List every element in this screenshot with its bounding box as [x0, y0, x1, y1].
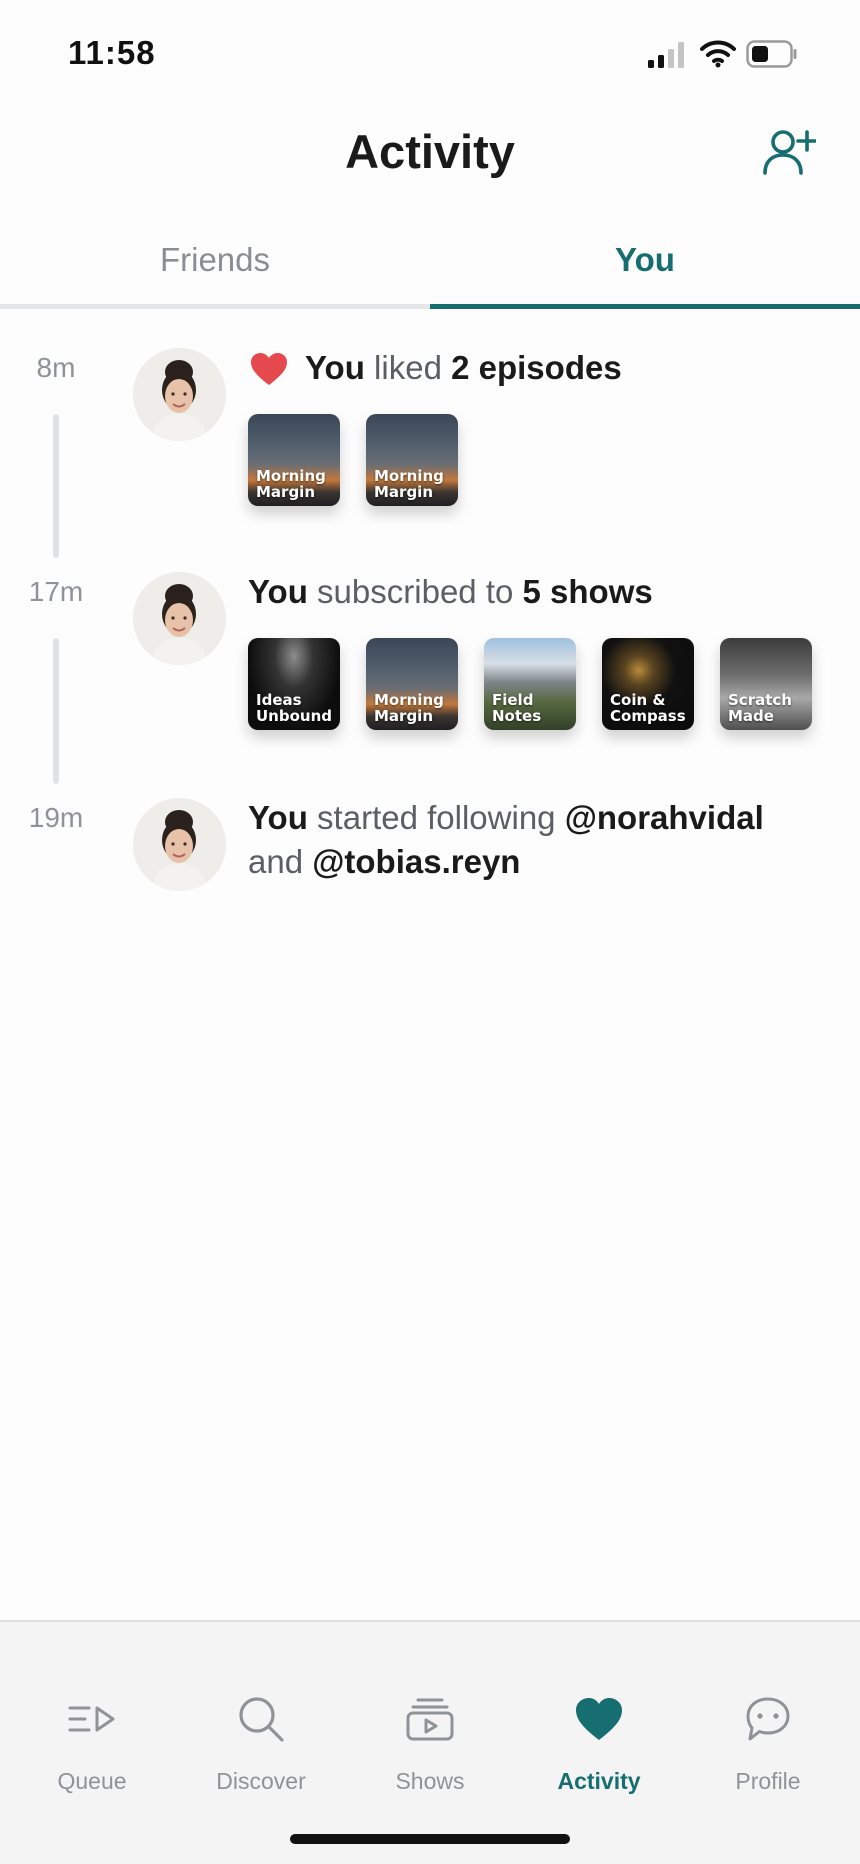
nav-shows[interactable]: Shows — [344, 1622, 516, 1794]
entry-timestamp: 19m — [28, 802, 84, 833]
avatar-image — [133, 348, 226, 441]
tab-underline-active — [430, 304, 860, 309]
show-artwork-label: Coin & Compass — [610, 691, 686, 725]
show-artwork[interactable]: Morning Margin — [366, 638, 458, 730]
nav-label: Shows — [395, 1768, 465, 1794]
show-artwork-label: Morning Margin — [256, 467, 326, 501]
status-bar: 11:58 — [0, 0, 860, 100]
show-artwork[interactable]: Scratch Made — [720, 638, 812, 730]
show-artwork[interactable]: Morning Margin — [248, 414, 340, 506]
entry-text: You started following @norahvidal and @t… — [248, 796, 808, 884]
entry-text-run: started following — [307, 799, 565, 836]
nav-label: Profile — [735, 1768, 801, 1794]
entry-text-highlight: You — [305, 349, 365, 386]
avatar[interactable] — [133, 348, 226, 441]
show-thumbnails: Ideas Unbound Morning Margin Field Notes Co… — [248, 638, 812, 730]
show-artwork[interactable]: Field Notes — [484, 638, 576, 730]
entry-text-run: subscribed to — [307, 573, 523, 610]
episode-thumbnails: Morning Margin Morning Margin — [248, 414, 458, 506]
entry-text-highlight[interactable]: @norahvidal — [565, 799, 764, 836]
nav-profile[interactable]: Profile — [682, 1622, 854, 1794]
nav-label: Discover — [216, 1768, 306, 1794]
show-artwork-label: Morning Margin — [374, 467, 444, 501]
entry-text-run: liked — [364, 349, 452, 386]
shows-icon — [406, 1698, 454, 1741]
queue-icon — [68, 1706, 115, 1732]
entry-text: You liked 2 episodes — [305, 346, 622, 390]
tab-underline — [0, 304, 430, 309]
heart-icon — [251, 353, 287, 385]
avatar-image — [133, 572, 226, 665]
wifi-icon — [700, 40, 736, 68]
activity-entry: 8m You liked 2 episodes Morning Margin Mo… — [0, 310, 860, 558]
tab-you[interactable]: You — [430, 222, 860, 310]
entry-text-highlight: You — [248, 799, 308, 836]
entry-text-highlight: 5 shows — [522, 573, 653, 610]
nav-activity[interactable]: Activity — [513, 1622, 685, 1794]
show-artwork-label: Field Notes — [492, 691, 542, 725]
nav-label: Queue — [57, 1768, 127, 1794]
show-artwork[interactable]: Morning Margin — [366, 414, 458, 506]
nav-queue[interactable]: Queue — [6, 1622, 178, 1794]
avatar[interactable] — [133, 572, 226, 665]
show-artwork-label: Morning Margin — [374, 691, 444, 725]
add-user-icon — [763, 130, 816, 175]
nav-label: Activity — [557, 1768, 641, 1794]
entry-text-highlight: 2 episodes — [451, 349, 622, 386]
show-artwork[interactable]: Coin & Compass — [602, 638, 694, 730]
search-icon — [239, 1697, 284, 1742]
show-artwork[interactable]: Ideas Unbound — [248, 638, 340, 730]
entry-text-highlight: You — [248, 573, 308, 610]
cellular-signal-icon — [648, 42, 684, 68]
avatar[interactable] — [133, 798, 226, 891]
home-indicator — [290, 1834, 570, 1844]
page-title: Activity — [345, 125, 515, 178]
chat-bubble-icon — [746, 1697, 790, 1741]
tab-friends[interactable]: Friends — [0, 222, 430, 310]
show-artwork-label: Ideas Unbound — [256, 691, 332, 725]
status-time: 11:58 — [68, 34, 156, 71]
heart-icon — [576, 1698, 622, 1740]
entry-text: You subscribed to 5 shows — [248, 570, 653, 614]
activity-entry: 17m You subscribed to 5 shows Ideas Unbo… — [0, 534, 860, 784]
avatar-image — [133, 798, 226, 891]
bottom-navigation: Queue Discover Shows Activity Profile — [0, 1620, 860, 1864]
entry-text-highlight[interactable]: @tobias.reyn — [312, 843, 520, 880]
entry-text-run: and — [248, 843, 313, 880]
add-friend-button[interactable] — [762, 128, 816, 176]
entry-timestamp: 8m — [36, 352, 76, 383]
show-artwork-label: Scratch Made — [728, 691, 792, 725]
entry-timestamp: 17m — [28, 576, 84, 607]
activity-entry: 19m You started following @norahvidal an… — [0, 760, 860, 920]
tab-bar: Friends You — [0, 222, 860, 310]
battery-icon — [746, 40, 797, 68]
nav-discover[interactable]: Discover — [175, 1622, 347, 1794]
